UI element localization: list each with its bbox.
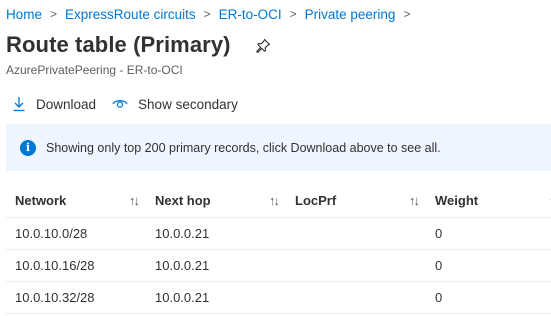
page-title: Route table (Primary)	[6, 32, 231, 57]
cell-locprf	[286, 281, 426, 314]
column-header-locprf[interactable]: LocPrf ↑↓	[286, 184, 426, 218]
cell-network: 10.0.10.0/28	[6, 217, 146, 250]
sort-icon[interactable]: ↑↓	[269, 193, 280, 208]
download-label: Download	[36, 96, 97, 112]
breadcrumb-private-peering[interactable]: Private peering	[305, 7, 396, 22]
column-header-next-hop[interactable]: Next hop ↑↓	[146, 184, 286, 218]
sort-icon[interactable]: ↑↓	[409, 193, 420, 208]
page-subtitle: AzurePrivatePeering - ER-to-OCI	[6, 63, 183, 77]
breadcrumb-separator: >	[50, 7, 58, 21]
title-row: Route table (Primary)	[6, 32, 271, 58]
show-secondary-button[interactable]: Show secondary	[112, 97, 238, 112]
cell-weight: 0	[426, 249, 551, 282]
table-row[interactable]: 10.0.10.32/28 10.0.0.21 0	[6, 281, 551, 314]
route-table: Network↑↓ Next hop↑↓ LocPrf↑↓ Weight↑↓ 1…	[6, 184, 551, 314]
table-row[interactable]: 10.0.10.0/28 10.0.0.21 0	[6, 217, 551, 250]
cell-locprf	[286, 217, 426, 250]
breadcrumb-separator: >	[289, 7, 297, 21]
info-icon: i	[20, 139, 36, 156]
cell-weight: 0	[426, 281, 551, 314]
cell-next-hop: 10.0.0.21	[146, 217, 286, 250]
show-secondary-label: Show secondary	[138, 96, 238, 112]
sort-icon[interactable]: ↑↓	[129, 193, 140, 208]
download-button[interactable]: Download	[12, 96, 96, 112]
table-row[interactable]: 10.0.10.16/28 10.0.0.21 0	[6, 249, 551, 282]
cell-network: 10.0.10.32/28	[6, 281, 146, 314]
breadcrumb-expressroute-circuits[interactable]: ExpressRoute circuits	[65, 7, 196, 22]
cell-locprf	[286, 249, 426, 282]
breadcrumb-er-to-oci[interactable]: ER-to-OCI	[219, 7, 282, 22]
cell-weight: 0	[426, 217, 551, 250]
column-header-weight[interactable]: Weight↑↓	[426, 184, 551, 218]
toolbar: Download Show secondary	[12, 96, 254, 112]
eye-icon	[112, 99, 128, 108]
table-header-row: Network↑↓ Next hop↑↓ LocPrf↑↓ Weight↑↓	[6, 184, 551, 218]
breadcrumb-separator: >	[203, 7, 211, 21]
column-header-network[interactable]: Network ↑↓	[6, 184, 146, 218]
breadcrumb-separator: >	[403, 7, 411, 21]
info-message: Showing only top 200 primary records, cl…	[46, 140, 441, 155]
breadcrumb-home[interactable]: Home	[6, 7, 42, 22]
pin-icon[interactable]	[255, 38, 271, 54]
cell-next-hop: 10.0.0.21	[146, 249, 286, 282]
download-icon	[13, 97, 25, 112]
cell-next-hop: 10.0.0.21	[146, 281, 286, 314]
cell-network: 10.0.10.16/28	[6, 249, 146, 282]
info-banner: i Showing only top 200 primary records, …	[6, 124, 551, 171]
breadcrumb: Home > ExpressRoute circuits > ER-to-OCI…	[6, 5, 418, 23]
